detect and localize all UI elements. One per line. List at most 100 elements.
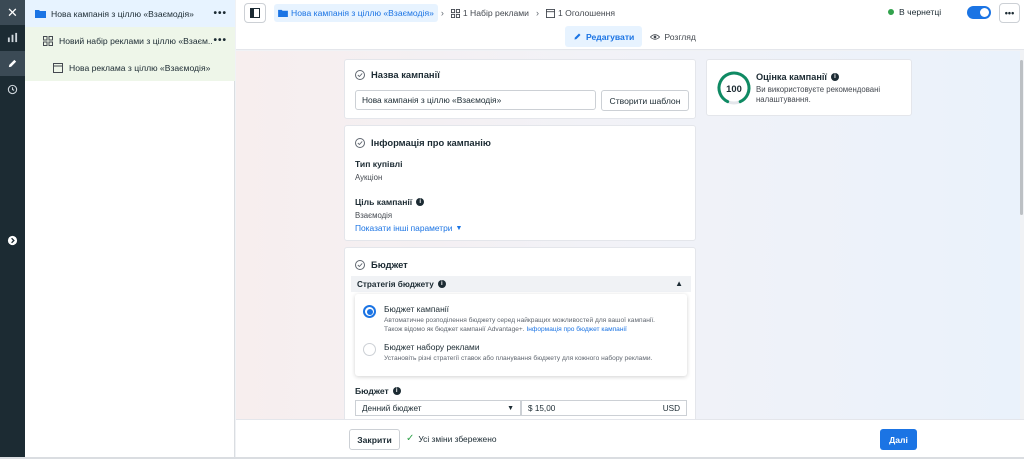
chevron-right-icon: › xyxy=(535,8,539,18)
budget-type-select[interactable]: Денний бюджет ▼ xyxy=(355,400,521,416)
tree-item-label: Нова кампанія з ціллю «Взаємодія» xyxy=(51,8,194,19)
card-title-text: Бюджет xyxy=(371,259,408,270)
campaign-name-input[interactable] xyxy=(355,90,596,110)
breadcrumb-label: 1 Оголошення xyxy=(557,8,616,18)
show-more-link[interactable]: Показати інші параметри ▼ xyxy=(355,223,462,233)
card-title-text: Назва кампанії xyxy=(371,69,440,80)
check-icon: ✓ xyxy=(406,433,415,444)
currency-label: USD xyxy=(662,403,680,413)
breadcrumb-label: Нова кампанія з ціллю «Взаємодія» xyxy=(291,8,434,18)
grid-icon xyxy=(450,8,460,18)
tab-label: Редагувати xyxy=(586,31,635,42)
budget-strategy-header[interactable]: Стратегія бюджету i ▲ xyxy=(351,276,691,292)
eye-icon xyxy=(650,33,661,41)
option-desc-line2: Також відомо як бюджет кампанії Advantag… xyxy=(384,326,525,333)
score-title: Оцінка кампанії i xyxy=(756,72,840,82)
tab-edit[interactable]: Редагувати xyxy=(565,26,643,47)
editor-footer: Закрити ✓ Усі зміни збережено Далі xyxy=(236,419,1024,457)
option-adset-budget[interactable]: Бюджет набору реклами Установіть різні с… xyxy=(363,342,652,363)
card-title-text: Інформація про кампанію xyxy=(371,137,491,148)
tree-item-adset[interactable]: Новий набір реклами з ціллю «Взаєм... ••… xyxy=(25,27,235,54)
scrollbar-thumb[interactable] xyxy=(1020,60,1023,215)
campaign-tree-panel: Нова кампанія з ціллю «Взаємодія» ••• Но… xyxy=(25,0,235,459)
check-circle-icon xyxy=(355,259,365,270)
card-title: Бюджет xyxy=(355,259,408,270)
tree-item-campaign[interactable]: Нова кампанія з ціллю «Взаємодія» ••• xyxy=(25,0,235,27)
expand-arrow-icon[interactable] xyxy=(0,228,25,253)
tree-item-label: Новий набір реклами з ціллю «Взаєм... xyxy=(59,35,214,46)
option-campaign-budget[interactable]: Бюджет кампанії Автоматичне розподілення… xyxy=(363,304,655,334)
close-icon[interactable]: ✕ xyxy=(0,0,25,25)
draft-status: В чернетці xyxy=(888,7,941,17)
next-button[interactable]: Далі xyxy=(880,429,917,450)
option-description: Автоматичне розподілення бюджету серед н… xyxy=(384,316,655,334)
ad-page-icon xyxy=(545,8,555,18)
radio-selected[interactable] xyxy=(363,305,376,318)
buy-type-value: Аукціон xyxy=(355,173,383,182)
breadcrumb: Нова кампанія з ціллю «Взаємодія» › 1 На… xyxy=(274,4,619,22)
breadcrumb-label: 1 Набір реклами xyxy=(462,8,529,18)
show-more-text: Показати інші параметри xyxy=(355,223,453,233)
grid-icon xyxy=(41,35,55,47)
editor-main: Назва кампанії Створити шаблон Інформаці… xyxy=(236,51,1020,419)
status-label: В чернетці xyxy=(899,7,942,17)
breadcrumb-ad[interactable]: 1 Оголошення xyxy=(542,4,619,22)
card-title: Назва кампанії xyxy=(355,69,440,80)
history-clock-icon[interactable] xyxy=(0,77,25,102)
more-options-button[interactable]: ••• xyxy=(999,3,1020,23)
folder-icon xyxy=(33,8,47,20)
info-icon[interactable]: i xyxy=(437,280,446,288)
mode-tabs: Редагувати Розгляд xyxy=(565,26,704,47)
info-icon[interactable]: i xyxy=(831,73,840,81)
toggle-panel-icon[interactable] xyxy=(244,3,266,23)
caret-down-icon: ▼ xyxy=(455,224,463,232)
campaign-name-card: Назва кампанії Створити шаблон xyxy=(344,59,696,119)
check-circle-icon xyxy=(355,137,365,148)
tree-item-label: Нова реклама з ціллю «Взаємодія» xyxy=(69,62,211,73)
tab-label: Розгляд xyxy=(664,31,696,42)
radio-unselected[interactable] xyxy=(363,343,376,356)
budget-amount-value: $ 15,00 xyxy=(528,403,556,413)
goal-value: Взаємодія xyxy=(355,211,393,220)
close-button[interactable]: Закрити xyxy=(349,429,400,450)
budget-type-value: Денний бюджет xyxy=(362,403,422,413)
more-options-icon[interactable]: ••• xyxy=(213,8,227,19)
campaign-on-off-toggle[interactable] xyxy=(967,6,991,19)
budget-strategy-options: Бюджет кампанії Автоматичне розподілення… xyxy=(355,294,687,376)
option-title: Бюджет набору реклами xyxy=(384,342,480,352)
option-title: Бюджет кампанії xyxy=(384,304,449,314)
ad-page-icon xyxy=(51,62,65,74)
check-circle-icon xyxy=(355,69,365,80)
more-options-icon[interactable]: ••• xyxy=(213,35,227,46)
edit-pencil-icon[interactable] xyxy=(0,51,25,76)
save-status-text: Усі зміни збережено xyxy=(418,433,497,444)
save-status: ✓ Усі зміни збережено xyxy=(406,433,496,444)
campaign-budget-info-link[interactable]: Інформація про бюджет кампанії xyxy=(526,326,626,333)
buy-type-label: Тип купівлі xyxy=(355,159,403,169)
score-description: Ви використовуєте рекомендовані налаштув… xyxy=(756,85,881,104)
budget-label: Бюджет i xyxy=(355,386,401,396)
breadcrumb-adset[interactable]: 1 Набір реклами xyxy=(447,4,533,22)
caret-down-icon: ▼ xyxy=(507,404,514,412)
create-template-button[interactable]: Створити шаблон xyxy=(601,90,689,111)
left-rail: ✕ xyxy=(0,0,25,459)
budget-amount-input[interactable]: $ 15,00 USD xyxy=(521,400,687,416)
tree-item-ad[interactable]: Нова реклама з ціллю «Взаємодія» xyxy=(25,54,235,81)
chevron-up-icon[interactable]: ▲ xyxy=(675,279,683,288)
pencil-icon xyxy=(573,32,582,41)
score-title-text: Оцінка кампанії xyxy=(756,72,828,82)
score-value: 100 xyxy=(726,82,742,94)
campaign-info-card: Інформація про кампанію Тип купівлі Аукц… xyxy=(344,125,696,241)
editor-header: Нова кампанія з ціллю «Взаємодія» › 1 На… xyxy=(236,0,1024,50)
campaign-score-card: 100 Оцінка кампанії i Ви використовуєте … xyxy=(706,59,912,116)
breadcrumb-campaign[interactable]: Нова кампанія з ціллю «Взаємодія» xyxy=(274,4,438,22)
option-description: Установіть різні стратегії ставок або пл… xyxy=(384,355,653,362)
chart-icon[interactable] xyxy=(0,25,25,50)
info-icon[interactable]: i xyxy=(392,387,401,395)
folder-icon xyxy=(278,9,288,17)
goal-label-text: Ціль кампанії xyxy=(355,197,413,207)
budget-card: Бюджет Стратегія бюджету i ▲ Бюджет камп… xyxy=(344,247,696,419)
goal-label: Ціль кампанії i xyxy=(355,197,425,207)
tab-review[interactable]: Розгляд xyxy=(642,26,704,47)
info-icon[interactable]: i xyxy=(416,198,425,206)
